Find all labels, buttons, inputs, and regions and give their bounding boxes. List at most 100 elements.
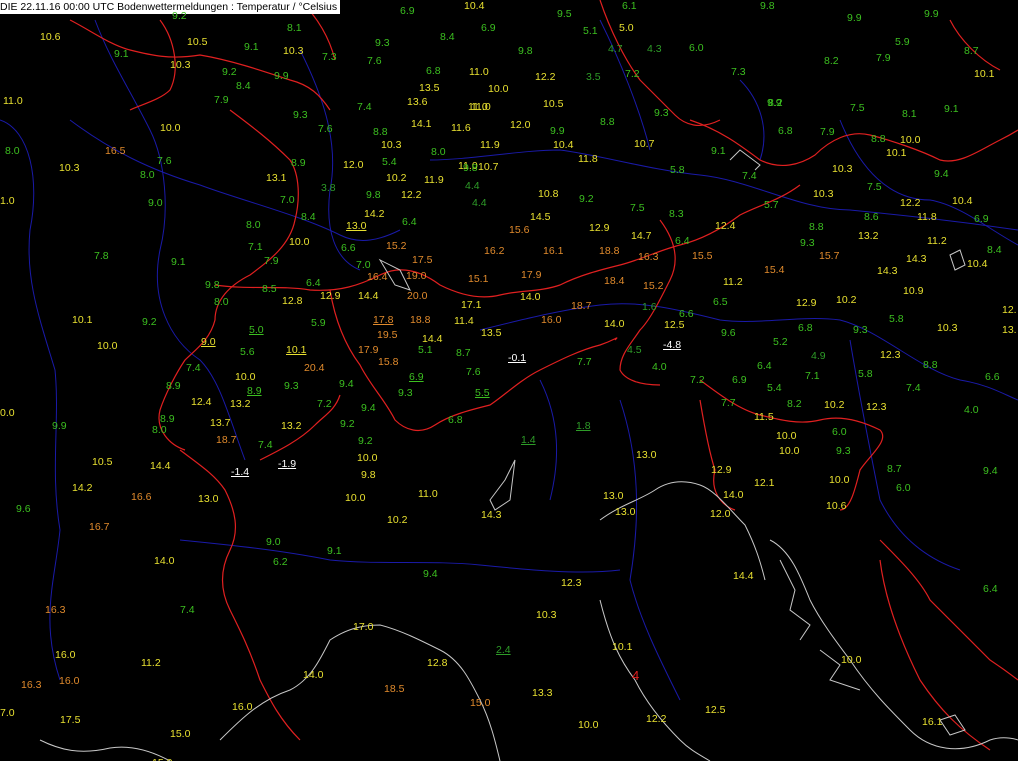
station-temp-value: 8.2 <box>824 55 839 67</box>
station-temp-value: 13.2 <box>230 398 251 410</box>
station-temp-value: 8.4 <box>301 211 316 223</box>
station-temp-value: 5.8 <box>670 164 685 176</box>
station-temp-value: -0.1 <box>508 352 527 364</box>
station-temp-value: 7.9 <box>214 94 229 106</box>
station-temp-value: 4.9 <box>811 350 826 362</box>
station-temp-value: 10.0 <box>488 83 509 95</box>
station-temp-value: 12.1 <box>754 477 775 489</box>
station-temp-value: -1.4 <box>231 466 250 478</box>
station-temp-value: 9.8 <box>463 162 478 174</box>
station-temp-value: 3.5 <box>586 71 601 83</box>
station-temp-value: 9.2 <box>222 66 237 78</box>
station-temp-value: 13.7 <box>210 417 231 429</box>
station-temp-value: 7.4 <box>258 439 273 451</box>
station-temp-value: 12.0 <box>710 508 731 520</box>
station-temp-value: 8.8 <box>923 359 938 371</box>
station-temp-value: 16.1 <box>543 245 564 257</box>
station-temp-value: 10.5 <box>92 456 113 468</box>
map-title: DIE 22.11.16 00:00 UTC Bodenwettermeldun… <box>0 0 341 14</box>
station-temp-value: 12.9 <box>711 464 732 476</box>
station-temp-value: 10.0 <box>776 430 797 442</box>
station-temp-value: 13.2 <box>858 230 879 242</box>
station-temp-value: 16.6 <box>131 491 152 503</box>
station-temp-value: 10.3 <box>170 59 191 71</box>
station-temp-value: 18.7 <box>216 434 237 446</box>
station-temp-value: 7.6 <box>466 366 481 378</box>
station-temp-value: 15.2 <box>386 240 407 252</box>
station-temp-value: 10.1 <box>612 641 633 653</box>
station-temp-value: 7.2 <box>690 374 705 386</box>
station-temp-value: 7.4 <box>180 604 195 616</box>
station-temp-value: 7.0 <box>280 194 295 206</box>
station-temp-value: 15.6 <box>509 224 530 236</box>
station-temp-value: 7.4 <box>742 170 757 182</box>
station-temp-value: 10.0 <box>289 236 310 248</box>
station-temp-value: 14.1 <box>411 118 432 130</box>
station-temp-value: 7.4 <box>357 101 372 113</box>
station-temp-value: 8.0 <box>246 219 261 231</box>
station-temp-value: 7.7 <box>577 356 592 368</box>
station-temp-value: 5.4 <box>767 382 782 394</box>
station-temp-value: 14.3 <box>877 265 898 277</box>
station-temp-value: 9.3 <box>398 387 413 399</box>
station-temp-value: 6.9 <box>974 213 989 225</box>
station-temp-value: 13.0 <box>615 506 636 518</box>
station-temp-value: 6.4 <box>402 216 417 228</box>
station-temp-value: 9.4 <box>423 568 438 580</box>
station-temp-value: 6.9 <box>481 22 496 34</box>
station-temp-value: 16.3 <box>21 679 42 691</box>
station-temp-value: 4.0 <box>652 361 667 373</box>
station-temp-value: 7.7 <box>721 397 736 409</box>
station-temp-value: 7.9 <box>876 52 891 64</box>
station-temp-value: 4.7 <box>608 43 623 55</box>
station-temp-value: 17.9 <box>521 269 542 281</box>
station-temp-value: 7.5 <box>850 102 865 114</box>
station-temp-value: 15.0 <box>152 757 172 761</box>
station-temp-value: 7.6 <box>367 55 382 67</box>
station-temp-value: 9.4 <box>983 465 998 477</box>
station-temp-value: 0.0 <box>0 407 15 419</box>
station-temp-value: 9.1 <box>114 48 129 60</box>
station-temp-value: 13.0 <box>198 493 219 505</box>
station-temp-value: 10.0 <box>841 654 862 666</box>
station-temp-value: 8.9 <box>166 380 181 392</box>
station-temp-value: 8.7 <box>456 347 471 359</box>
station-temp-value: 5.1 <box>583 25 598 37</box>
station-temp-value: 12. <box>1002 304 1017 316</box>
station-temp-value: 8.0 <box>140 169 155 181</box>
station-temp-value: 6.9 <box>409 371 424 383</box>
station-temp-value: 13.0 <box>603 490 624 502</box>
station-temp-value: 14.2 <box>364 208 385 220</box>
station-temp-value: 16.0 <box>232 701 253 713</box>
station-temp-value: 5.6 <box>240 346 255 358</box>
station-temp-value: 7.4 <box>906 382 921 394</box>
station-temp-value: 7.4 <box>186 362 201 374</box>
station-temp-value: -4.8 <box>663 339 682 351</box>
station-temp-value: 9.1 <box>327 545 342 557</box>
station-temp-value: 17.0 <box>353 621 374 633</box>
station-temp-value: 5.0 <box>619 22 634 34</box>
station-temp-value: 10.0 <box>779 445 800 457</box>
station-temp-value: 5.8 <box>889 313 904 325</box>
station-temp-value: 12.3 <box>561 577 582 589</box>
station-temp-value: 5.9 <box>311 317 326 329</box>
station-temp-value: 5.9 <box>895 36 910 48</box>
station-temp-value: 11.4 <box>454 315 474 327</box>
station-temp-value: 16.2 <box>484 245 505 257</box>
station-temp-value: 12.4 <box>191 396 212 408</box>
station-temp-value: 8.7 <box>964 45 979 57</box>
station-temp-value: 9.3 <box>654 107 669 119</box>
station-temp-value: 9.8 <box>205 279 220 291</box>
station-temp-value: 10.0 <box>345 492 366 504</box>
station-temp-value: 9.8 <box>361 469 376 481</box>
weather-map: DIE 22.11.16 00:00 UTC Bodenwettermeldun… <box>0 0 1018 761</box>
station-temp-value: 11.2 <box>723 276 743 288</box>
station-temp-value: 10.9 <box>903 285 924 297</box>
station-temp-value: 11.5 <box>754 411 774 423</box>
station-temp-value: 7.1 <box>805 370 820 382</box>
station-temp-value: 9.9 <box>52 420 67 432</box>
station-temp-value: 11.9 <box>480 139 500 151</box>
station-temp-value: 12.0 <box>510 119 531 131</box>
station-temp-value: 14.7 <box>631 230 652 242</box>
station-temp-value: 9.0 <box>266 536 281 548</box>
